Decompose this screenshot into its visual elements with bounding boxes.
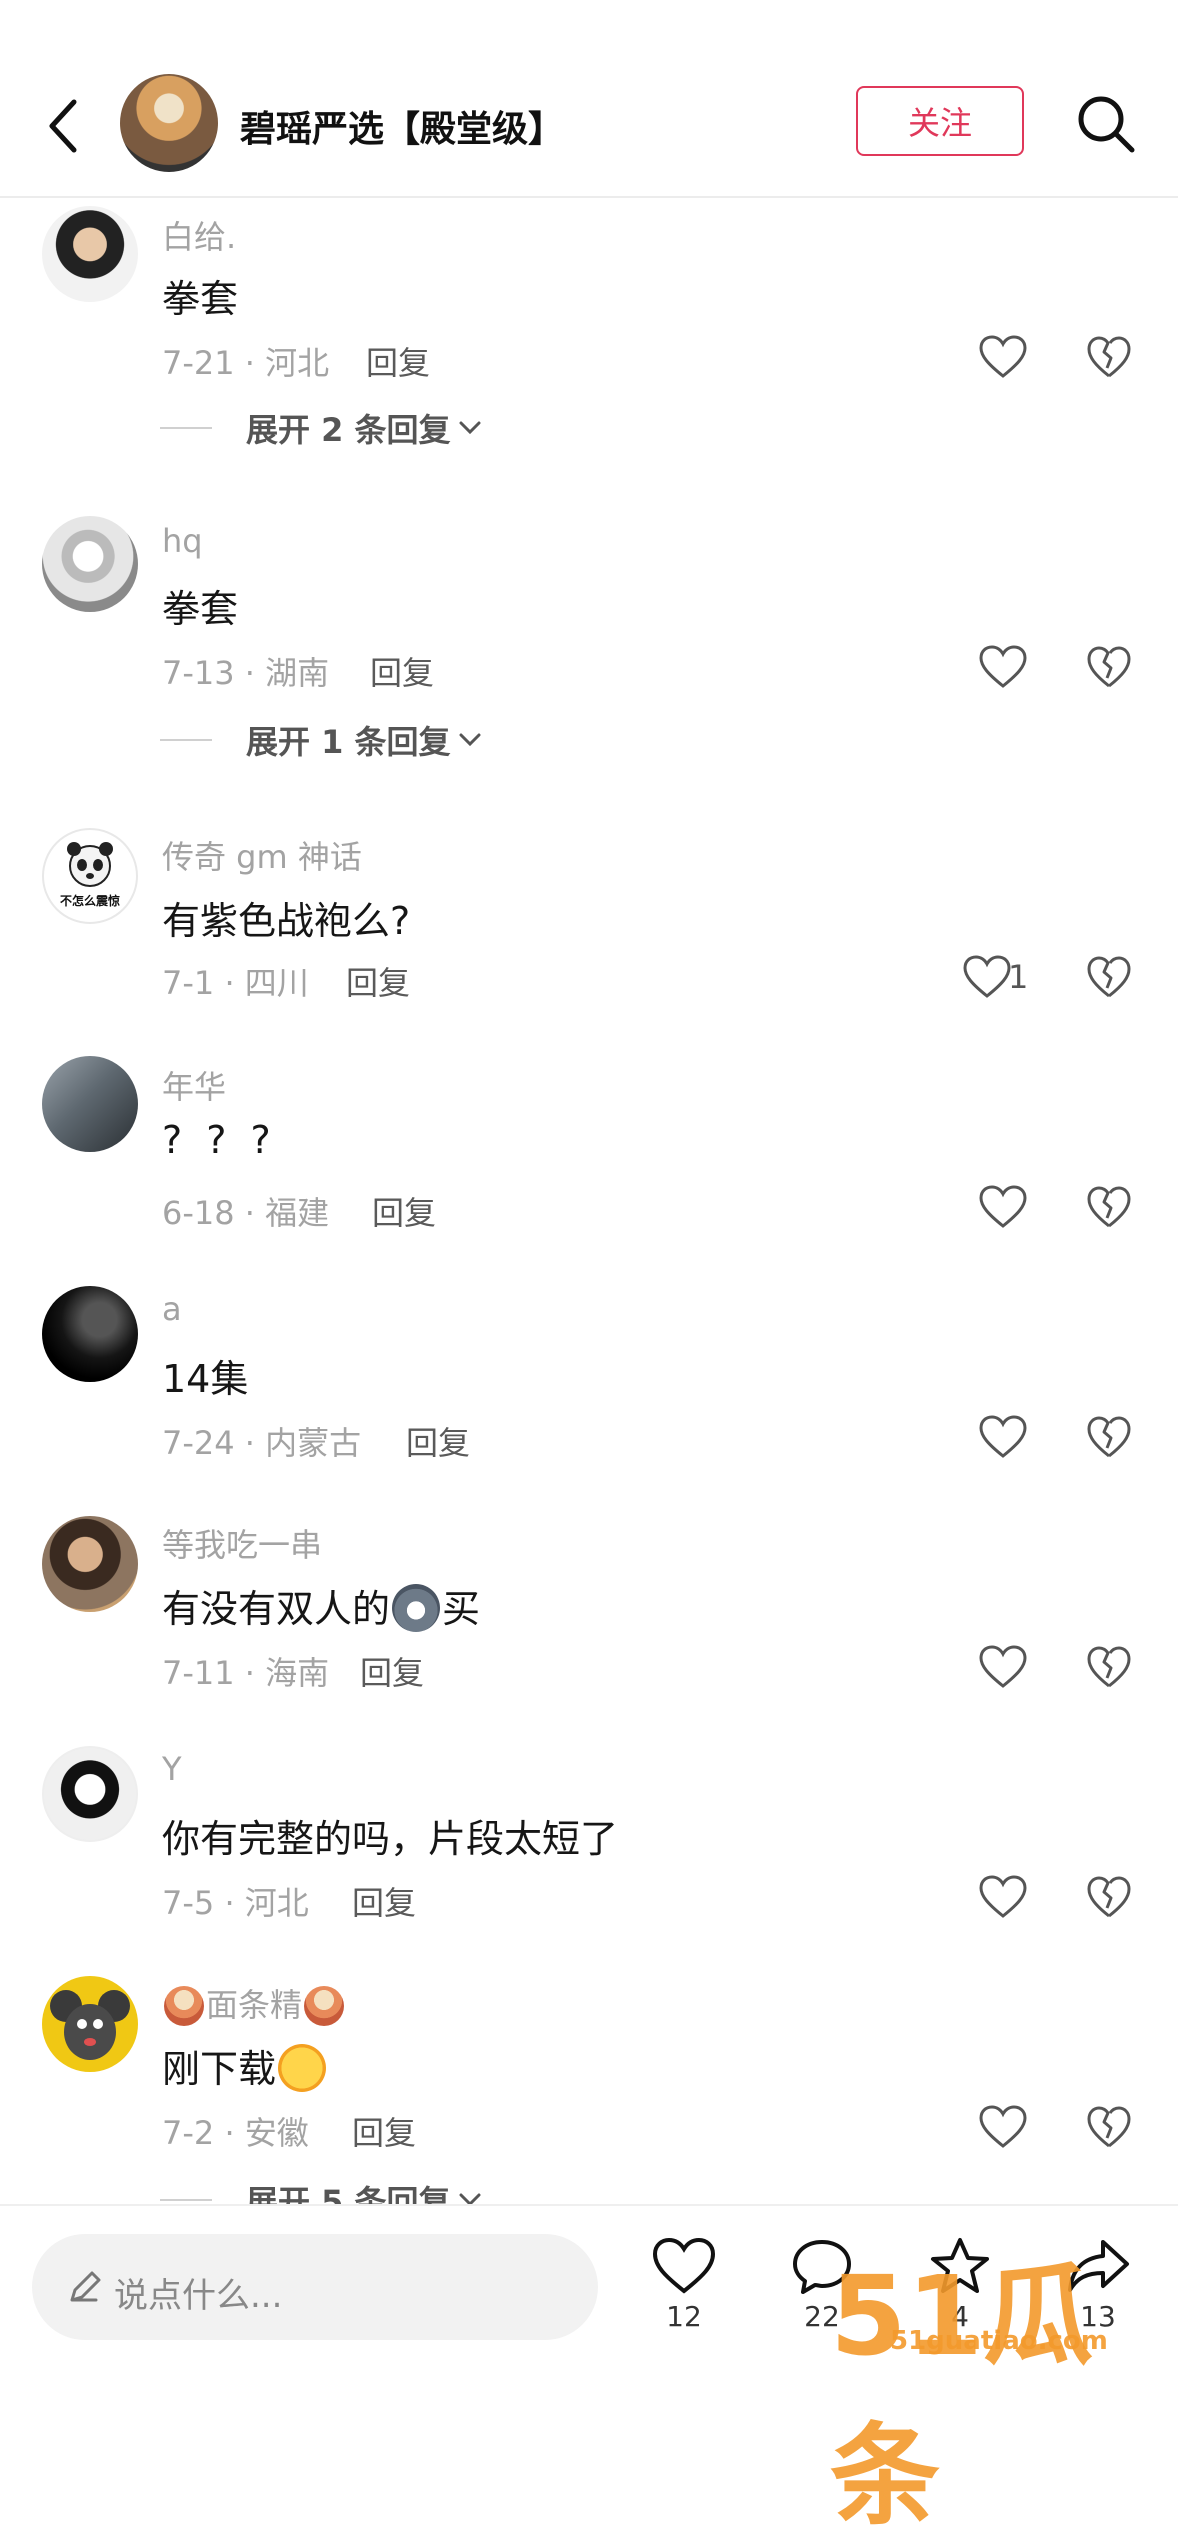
comment-action[interactable]: 22: [772, 2236, 872, 2333]
expand-replies[interactable]: 展开 2 条回复: [160, 408, 481, 449]
comment-meta: 7-1 · 四川: [162, 964, 309, 1002]
heart-icon[interactable]: [978, 1414, 1028, 1460]
comment-meta: 7-2 · 安徽: [162, 2114, 309, 2152]
heart-icon[interactable]: [978, 644, 1028, 690]
avatar[interactable]: [42, 516, 138, 612]
comment-text: 14集: [162, 1357, 249, 1401]
comment-input-placeholder: 说点什么...: [114, 2276, 283, 2316]
comment-text: 有紫色战袍么?: [162, 899, 411, 943]
comment-meta: 7-24 · 内蒙古: [162, 1424, 362, 1462]
panda-caption: 不怎么震惊: [59, 894, 120, 908]
heart-icon[interactable]: [978, 2104, 1028, 2150]
heart-icon[interactable]: [978, 1644, 1028, 1690]
comment-text-part: 刚下载: [162, 2047, 277, 2091]
noodle-bowl-icon: [164, 1986, 204, 2026]
pencil-icon: [66, 2268, 104, 2306]
avatar[interactable]: [42, 1056, 138, 1152]
back-icon[interactable]: [44, 96, 84, 156]
avatar[interactable]: [42, 206, 138, 302]
chevron-down-icon: [459, 733, 481, 747]
comment-username[interactable]: 面条精: [162, 1980, 346, 2026]
broken-heart-icon[interactable]: [1086, 2104, 1132, 2150]
comment-username[interactable]: 等我吃一串: [162, 1520, 322, 1566]
favorite-action[interactable]: 4: [910, 2236, 1010, 2333]
noodle-bowl-icon: [304, 1986, 345, 2026]
heart-icon[interactable]: [978, 334, 1028, 380]
reply-button[interactable]: 回复: [370, 648, 434, 694]
broken-heart-icon[interactable]: [1086, 644, 1132, 690]
author-name[interactable]: 碧瑶严选【殿堂级】: [240, 100, 564, 152]
avatar[interactable]: [42, 1976, 138, 2072]
husky-emoji-icon: [392, 1584, 441, 1632]
comment-username[interactable]: Y: [162, 1750, 182, 1788]
like-count: 12: [666, 2300, 702, 2333]
comment-username-text: 面条精: [206, 1986, 303, 2024]
avatar[interactable]: [42, 1746, 138, 1842]
search-icon[interactable]: [1074, 92, 1138, 156]
reply-button[interactable]: 回复: [366, 338, 430, 384]
mouse-avatar-icon: [50, 1990, 130, 2060]
comment-username[interactable]: hq: [162, 522, 203, 560]
expand-replies-label: 展开 1 条回复: [246, 723, 451, 761]
comment-username[interactable]: 年华: [162, 1062, 226, 1108]
comment-count: 22: [804, 2300, 840, 2333]
comment-text: 拳套: [162, 277, 239, 321]
comment-username[interactable]: a: [162, 1290, 182, 1328]
broken-heart-icon[interactable]: [1086, 1874, 1132, 1920]
expand-divider: [160, 427, 212, 429]
comment-icon: [793, 2240, 851, 2294]
top-bar: 碧瑶严选【殿堂级】 关注: [0, 0, 1178, 198]
broken-heart-icon[interactable]: [1086, 1644, 1132, 1690]
broken-heart-icon[interactable]: [1086, 1184, 1132, 1230]
shocked-face-emoji-icon: [278, 2044, 327, 2092]
heart-icon[interactable]: [978, 1184, 1028, 1230]
reply-button[interactable]: 回复: [372, 1188, 436, 1234]
bottom-action-bar: 说点什么... 12 22 4 13 51瓜条 51guatiao.com: [0, 2204, 1178, 2540]
share-action[interactable]: 13: [1048, 2236, 1148, 2333]
comment-meta: 7-5 · 河北: [162, 1884, 309, 1922]
heart-icon: [652, 2237, 716, 2294]
comment-text: 有没有双人的 买: [162, 1578, 480, 1633]
reply-button[interactable]: 回复: [352, 2108, 416, 2154]
comment-meta: 6-18 · 福建: [162, 1194, 330, 1232]
share-icon: [1068, 2240, 1129, 2292]
avatar[interactable]: [42, 1516, 138, 1612]
comment-meta: 7-21 · 河北: [162, 344, 330, 382]
reply-button[interactable]: 回复: [352, 1878, 416, 1924]
broken-heart-icon[interactable]: [1086, 1414, 1132, 1460]
reply-button[interactable]: 回复: [346, 958, 410, 1004]
comment-text: 刚下载: [162, 2038, 328, 2093]
chevron-down-icon: [459, 421, 481, 435]
like-count: 1: [1008, 958, 1029, 996]
comment-meta: 7-13 · 湖南: [162, 654, 330, 692]
comment-text-part: 买: [442, 1587, 481, 1631]
favorite-count: 4: [951, 2300, 969, 2333]
follow-button[interactable]: 关注: [856, 86, 1024, 156]
expand-divider: [160, 2199, 212, 2201]
expand-replies[interactable]: 展开 1 条回复: [160, 720, 481, 761]
comment-text: 你有完整的吗，片段太短了: [162, 1817, 619, 1861]
comment-text: ? ? ?: [162, 1118, 277, 1162]
comment-text: 拳套: [162, 587, 239, 631]
comment-input[interactable]: 说点什么...: [32, 2234, 598, 2340]
comment-username[interactable]: 传奇 gm 神话: [162, 832, 362, 878]
reply-button[interactable]: 回复: [360, 1648, 424, 1694]
expand-divider: [160, 739, 212, 741]
comment-meta: 7-11 · 海南: [162, 1654, 330, 1692]
author-avatar[interactable]: [120, 74, 218, 172]
heart-icon[interactable]: [962, 954, 1012, 1000]
avatar[interactable]: 不怎么震惊: [42, 828, 138, 924]
comment-text-part: 有没有双人的: [162, 1587, 391, 1631]
expand-replies-label: 展开 2 条回复: [246, 411, 451, 449]
like-action[interactable]: 12: [634, 2236, 734, 2333]
comment-username[interactable]: 白给.: [162, 212, 236, 258]
reply-button[interactable]: 回复: [406, 1418, 470, 1464]
avatar[interactable]: [42, 1286, 138, 1382]
star-icon: [931, 2238, 989, 2293]
heart-icon[interactable]: [978, 1874, 1028, 1920]
broken-heart-icon[interactable]: [1086, 334, 1132, 380]
share-count: 13: [1080, 2300, 1116, 2333]
broken-heart-icon[interactable]: [1086, 954, 1132, 1000]
